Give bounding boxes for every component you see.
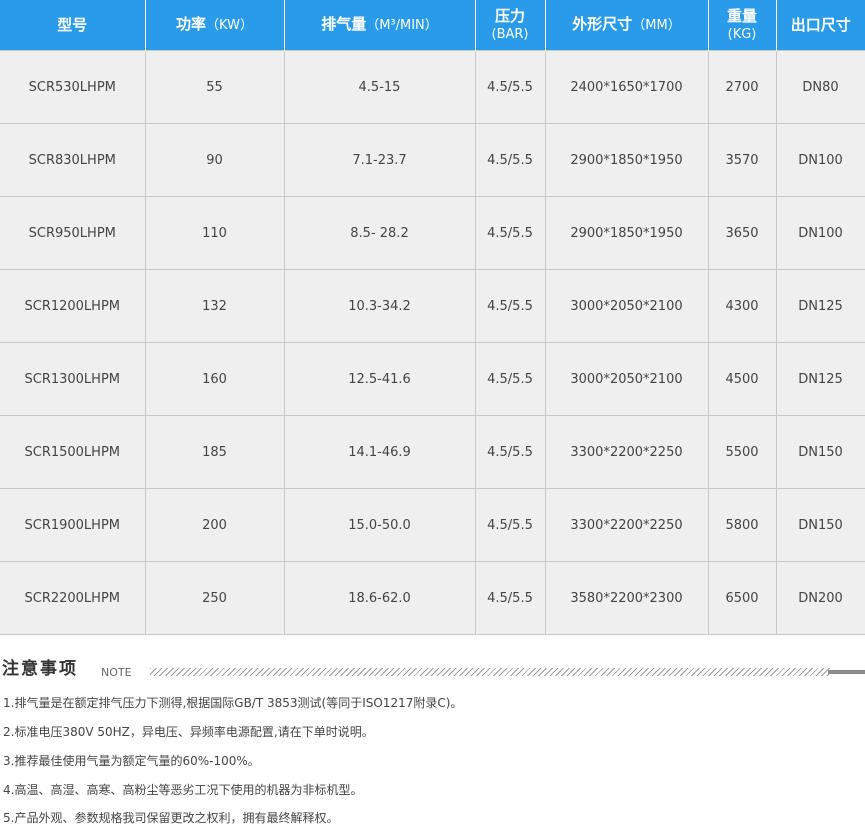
cell-weight: 6500 <box>707 561 777 635</box>
cell-dimensions: 3000*2050*2100 <box>544 342 709 416</box>
cell-outlet-size: DN80 <box>775 50 865 124</box>
header-dimensions: 外形尺寸（MM） <box>545 0 709 51</box>
hatch-divider <box>150 668 830 676</box>
note-item: 5.产品外观、参数规格我司保留更改之权利，拥有最终解释权。 <box>3 811 339 825</box>
table-header-row: 型号 功率（KW） 排气量（M³/MIN） 压力 (BAR) 外形尺寸（MM） 重… <box>0 0 865 51</box>
note-item: 2.标准电压380V 50HZ，异电压、异频率电源配置,请在下单时说明。 <box>3 725 374 739</box>
spec-table: 型号 功率（KW） 排气量（M³/MIN） 压力 (BAR) 外形尺寸（MM） 重… <box>0 0 865 635</box>
cell-pressure: 4.5/5.5 <box>474 269 546 343</box>
cell-outlet-size: DN100 <box>775 123 865 197</box>
cell-power: 55 <box>144 50 285 124</box>
note-item: 3.推荐最佳使用气量为额定气量的60%-100%。 <box>3 754 260 768</box>
cell-model: SCR530LHPM <box>0 50 146 124</box>
cell-model: SCR1500LHPM <box>0 415 146 489</box>
header-model: 型号 <box>0 0 146 51</box>
cell-pressure: 4.5/5.5 <box>474 50 546 124</box>
cell-model: SCR1200LHPM <box>0 269 146 343</box>
cell-dimensions: 3000*2050*2100 <box>544 269 709 343</box>
table-row: SCR830LHPM 90 7.1-23.7 4.5/5.5 2900*1850… <box>0 123 865 197</box>
cell-air-delivery: 7.1-23.7 <box>283 123 476 197</box>
cell-power: 132 <box>144 269 285 343</box>
cell-air-delivery: 10.3-34.2 <box>283 269 476 343</box>
cell-air-delivery: 8.5- 28.2 <box>283 196 476 270</box>
cell-air-delivery: 14.1-46.9 <box>283 415 476 489</box>
cell-air-delivery: 18.6-62.0 <box>283 561 476 635</box>
cell-outlet-size: DN150 <box>775 488 865 562</box>
cell-power: 250 <box>144 561 285 635</box>
cell-dimensions: 2400*1650*1700 <box>544 50 709 124</box>
cell-outlet-size: DN200 <box>775 561 865 635</box>
cell-power: 90 <box>144 123 285 197</box>
cell-dimensions: 3580*2200*2300 <box>544 561 709 635</box>
cell-power: 160 <box>144 342 285 416</box>
table-row: SCR1300LHPM 160 12.5-41.6 4.5/5.5 3000*2… <box>0 342 865 416</box>
cell-dimensions: 3300*2200*2250 <box>544 415 709 489</box>
cell-weight: 5500 <box>707 415 777 489</box>
cell-air-delivery: 12.5-41.6 <box>283 342 476 416</box>
table-row: SCR530LHPM 55 4.5-15 4.5/5.5 2400*1650*1… <box>0 50 865 124</box>
cell-weight: 5800 <box>707 488 777 562</box>
cell-pressure: 4.5/5.5 <box>474 196 546 270</box>
notes-title: 注意事项 <box>2 659 78 679</box>
header-power: 功率（KW） <box>145 0 285 51</box>
table-row: SCR1900LHPM 200 15.0-50.0 4.5/5.5 3300*2… <box>0 488 865 562</box>
cell-dimensions: 2900*1850*1950 <box>544 123 709 197</box>
cell-air-delivery: 4.5-15 <box>283 50 476 124</box>
cell-pressure: 4.5/5.5 <box>474 561 546 635</box>
cell-power: 185 <box>144 415 285 489</box>
header-weight: 重量 (KG) <box>708 0 777 51</box>
table-row: SCR950LHPM 110 8.5- 28.2 4.5/5.5 2900*18… <box>0 196 865 270</box>
cell-dimensions: 2900*1850*1950 <box>544 196 709 270</box>
cell-pressure: 4.5/5.5 <box>474 415 546 489</box>
cell-pressure: 4.5/5.5 <box>474 488 546 562</box>
notes-header: 注意事项 NOTE <box>0 654 865 684</box>
cell-outlet-size: DN125 <box>775 342 865 416</box>
divider-bar <box>828 670 865 674</box>
table-row: SCR2200LHPM 250 18.6-62.0 4.5/5.5 3580*2… <box>0 561 865 635</box>
notes-section: 注意事项 NOTE 1.排气量是在额定排气压力下测得,根据国际GB/T 3853… <box>0 654 865 825</box>
cell-dimensions: 3300*2200*2250 <box>544 488 709 562</box>
table-row: SCR1500LHPM 185 14.1-46.9 4.5/5.5 3300*2… <box>0 415 865 489</box>
cell-model: SCR830LHPM <box>0 123 146 197</box>
cell-weight: 4300 <box>707 269 777 343</box>
header-outlet-size: 出口尺寸 <box>776 0 865 51</box>
cell-model: SCR1900LHPM <box>0 488 146 562</box>
cell-model: SCR950LHPM <box>0 196 146 270</box>
cell-weight: 4500 <box>707 342 777 416</box>
cell-weight: 3570 <box>707 123 777 197</box>
header-air-delivery: 排气量（M³/MIN） <box>284 0 476 51</box>
cell-outlet-size: DN100 <box>775 196 865 270</box>
notes-subtitle: NOTE <box>101 666 132 679</box>
cell-power: 200 <box>144 488 285 562</box>
note-item: 1.排气量是在额定排气压力下测得,根据国际GB/T 3853测试(等同于ISO1… <box>3 696 463 710</box>
cell-outlet-size: DN125 <box>775 269 865 343</box>
cell-power: 110 <box>144 196 285 270</box>
cell-air-delivery: 15.0-50.0 <box>283 488 476 562</box>
cell-outlet-size: DN150 <box>775 415 865 489</box>
cell-model: SCR1300LHPM <box>0 342 146 416</box>
cell-model: SCR2200LHPM <box>0 561 146 635</box>
cell-weight: 3650 <box>707 196 777 270</box>
cell-weight: 2700 <box>707 50 777 124</box>
cell-pressure: 4.5/5.5 <box>474 123 546 197</box>
note-item: 4.高温、高湿、高寒、高粉尘等恶劣工况下使用的机器为非标机型。 <box>3 783 363 797</box>
cell-pressure: 4.5/5.5 <box>474 342 546 416</box>
header-pressure: 压力 (BAR) <box>475 0 546 51</box>
table-row: SCR1200LHPM 132 10.3-34.2 4.5/5.5 3000*2… <box>0 269 865 343</box>
